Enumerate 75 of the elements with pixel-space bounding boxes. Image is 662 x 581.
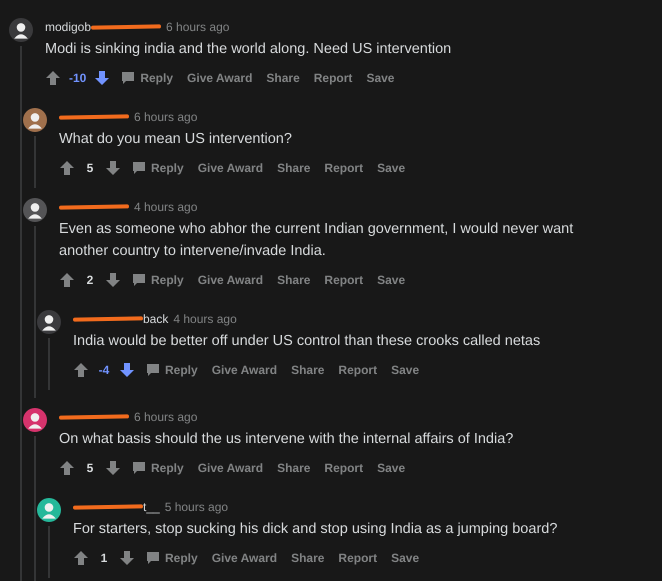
action-button[interactable]: Share [274,271,314,289]
action-button[interactable]: Save [374,271,408,289]
downvote-icon[interactable] [105,160,121,176]
avatar-icon[interactable] [9,18,33,42]
timestamp: 6 hours ago [134,110,198,124]
comment-text: Even as someone who abhor the current Indian government, I would never want another country to intervene/invade India. [59,220,574,261]
upvote-icon[interactable] [73,550,89,566]
action-button[interactable]: Save [388,549,422,567]
timestamp: 6 hours ago [134,410,198,424]
action-button[interactable]: Reply [129,271,187,289]
action-button[interactable]: Share [288,549,328,567]
action-button[interactable]: Give Award [208,361,280,379]
username[interactable]: back [73,312,168,326]
action-button[interactable]: Share [288,361,328,379]
username[interactable]: modigob [45,20,162,34]
action-button[interactable]: Save [374,159,408,177]
comment-text: On what basis should the us intervene with the internal affairs of India? [59,430,514,449]
upvote-icon[interactable] [59,160,75,176]
upvote-icon[interactable] [73,362,89,378]
comment-text: For starters, stop sucking his dick and stop using India as a jumping board? [73,520,558,539]
action-button[interactable]: Share [274,459,314,477]
action-button[interactable]: Save [374,459,408,477]
action-button[interactable]: Give Award [194,271,266,289]
vote-count: 5 [86,461,94,475]
action-button[interactable]: Report [321,271,366,289]
downvote-icon[interactable] [105,272,121,288]
action-button[interactable]: Save [388,361,422,379]
comment-icon [146,363,160,377]
action-button[interactable]: Report [335,361,380,379]
comment-text: Modi is sinking india and the world along. Need US intervention [45,40,452,59]
avatar-icon[interactable] [37,310,61,334]
vote-count: 1 [100,551,108,565]
comment-icon [121,71,136,85]
action-button[interactable]: Give Award [184,69,256,87]
action-button[interactable]: Reply [143,549,201,567]
action-button[interactable]: Reply [129,459,187,477]
vote-count: 5 [86,161,94,175]
avatar-icon[interactable] [23,198,47,222]
comment-icon [146,551,160,565]
action-button[interactable]: Save [363,69,398,87]
upvote-icon[interactable] [59,460,75,476]
upvote-icon[interactable] [59,272,75,288]
username[interactable]: t__ [73,500,160,514]
action-button[interactable]: Report [321,459,366,477]
downvote-icon[interactable] [119,550,135,566]
action-button[interactable]: Give Award [194,459,266,477]
comment-text: What do you mean US intervention? [59,130,293,149]
comment-icon [132,161,146,175]
timestamp: 6 hours ago [166,20,230,34]
downvote-icon[interactable] [119,362,135,378]
timestamp: 5 hours ago [164,500,228,514]
action-button[interactable]: Reply [118,69,176,87]
comment-text: India would be better off under US control than these crooks called netas [73,332,542,351]
action-button[interactable]: Share [263,69,303,87]
action-button[interactable]: Reply [143,361,201,379]
action-button[interactable]: Report [335,549,380,567]
upvote-icon[interactable] [45,70,61,86]
comment-icon [132,273,146,287]
vote-count: 2 [86,273,94,287]
vote-count: -10 [69,71,86,85]
vote-count: -4 [98,363,110,377]
comment-icon [132,461,146,475]
avatar-icon[interactable] [37,498,61,522]
avatar-icon[interactable] [23,108,47,132]
timestamp: 4 hours ago [134,200,198,214]
action-button[interactable]: Give Award [194,159,266,177]
action-button[interactable]: Report [321,159,366,177]
downvote-icon[interactable] [105,460,121,476]
action-button[interactable]: Report [310,69,356,87]
action-button[interactable]: Give Award [208,549,280,567]
avatar-icon[interactable] [23,408,47,432]
action-button[interactable]: Share [274,159,314,177]
action-button[interactable]: Reply [129,159,187,177]
timestamp: 4 hours ago [173,312,237,326]
downvote-icon[interactable] [94,70,110,86]
